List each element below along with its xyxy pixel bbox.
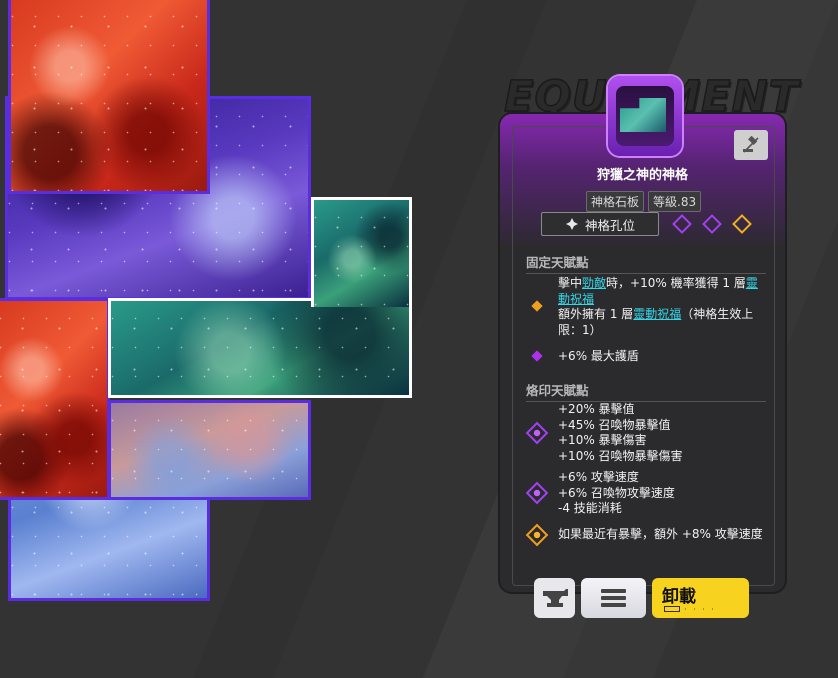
item-type-tag: 神格石板 <box>586 191 645 212</box>
details-list-button[interactable] <box>581 578 646 618</box>
shuffle-icon <box>565 218 578 230</box>
lock-toggle-button[interactable] <box>734 130 768 160</box>
slot-diamond-icon <box>702 214 722 234</box>
craft-button[interactable] <box>534 578 575 618</box>
fixed-talent-entry: 擊中勁敵時，+10% 機率獲得 1 層靈動祝福 額外擁有 1 層靈動祝福（神格生… <box>558 276 758 337</box>
item-name: 狩獵之神的神格 <box>596 168 688 183</box>
hammer-lock-icon <box>743 135 759 153</box>
slot-diamond-gold-icon <box>732 214 752 234</box>
keybind-hint-icon <box>664 606 680 612</box>
list-icon <box>601 589 626 607</box>
engraved-talent-entry: +20% 暴擊值 +45% 召喚物暴擊值 +10% 暴擊傷害 +10% 召喚物暴… <box>558 402 683 463</box>
keyword-link[interactable]: 靈動祝福 <box>633 307 681 321</box>
engraved-talent-entry: 如果最近有暴擊，額外 +8% 攻擊速度 <box>558 527 763 541</box>
slate-tile-teal-lower[interactable] <box>108 298 412 398</box>
divinity-slot-button[interactable]: 神格孔位 <box>541 212 659 236</box>
fixed-talents-title: 固定天賦點 <box>526 252 766 274</box>
engraved-talents-title: 烙印天賦點 <box>526 380 766 402</box>
unequip-label: 卸載 <box>662 587 696 607</box>
slate-tile-red-bottom[interactable] <box>0 298 110 500</box>
slate-tile-red-top-front[interactable] <box>8 0 210 194</box>
item-level-tag: 等級.83 <box>648 191 702 212</box>
engraved-talent-entry: +6% 攻擊速度 +6% 召喚物攻擊速度 -4 技能消耗 <box>558 470 675 515</box>
anvil-icon <box>543 589 568 607</box>
fixed-talent-entry: +6% 最大護盾 <box>558 349 639 363</box>
slate-tile-dusk[interactable] <box>108 400 311 500</box>
slot-diamond-icon <box>672 214 692 234</box>
slot-button-label: 神格孔位 <box>584 217 635 233</box>
slate-item-icon <box>608 76 682 156</box>
slate-tile-teal-upper[interactable] <box>311 197 412 307</box>
unequip-button[interactable]: 卸載 · · · · <box>652 578 749 618</box>
item-tags: 神格石板 等級.83 <box>586 191 702 212</box>
slot-row: 神格孔位 <box>541 212 752 236</box>
keybind-hint-dots: · · · · <box>684 605 716 614</box>
keyword-link[interactable]: 勁敵 <box>582 276 606 290</box>
